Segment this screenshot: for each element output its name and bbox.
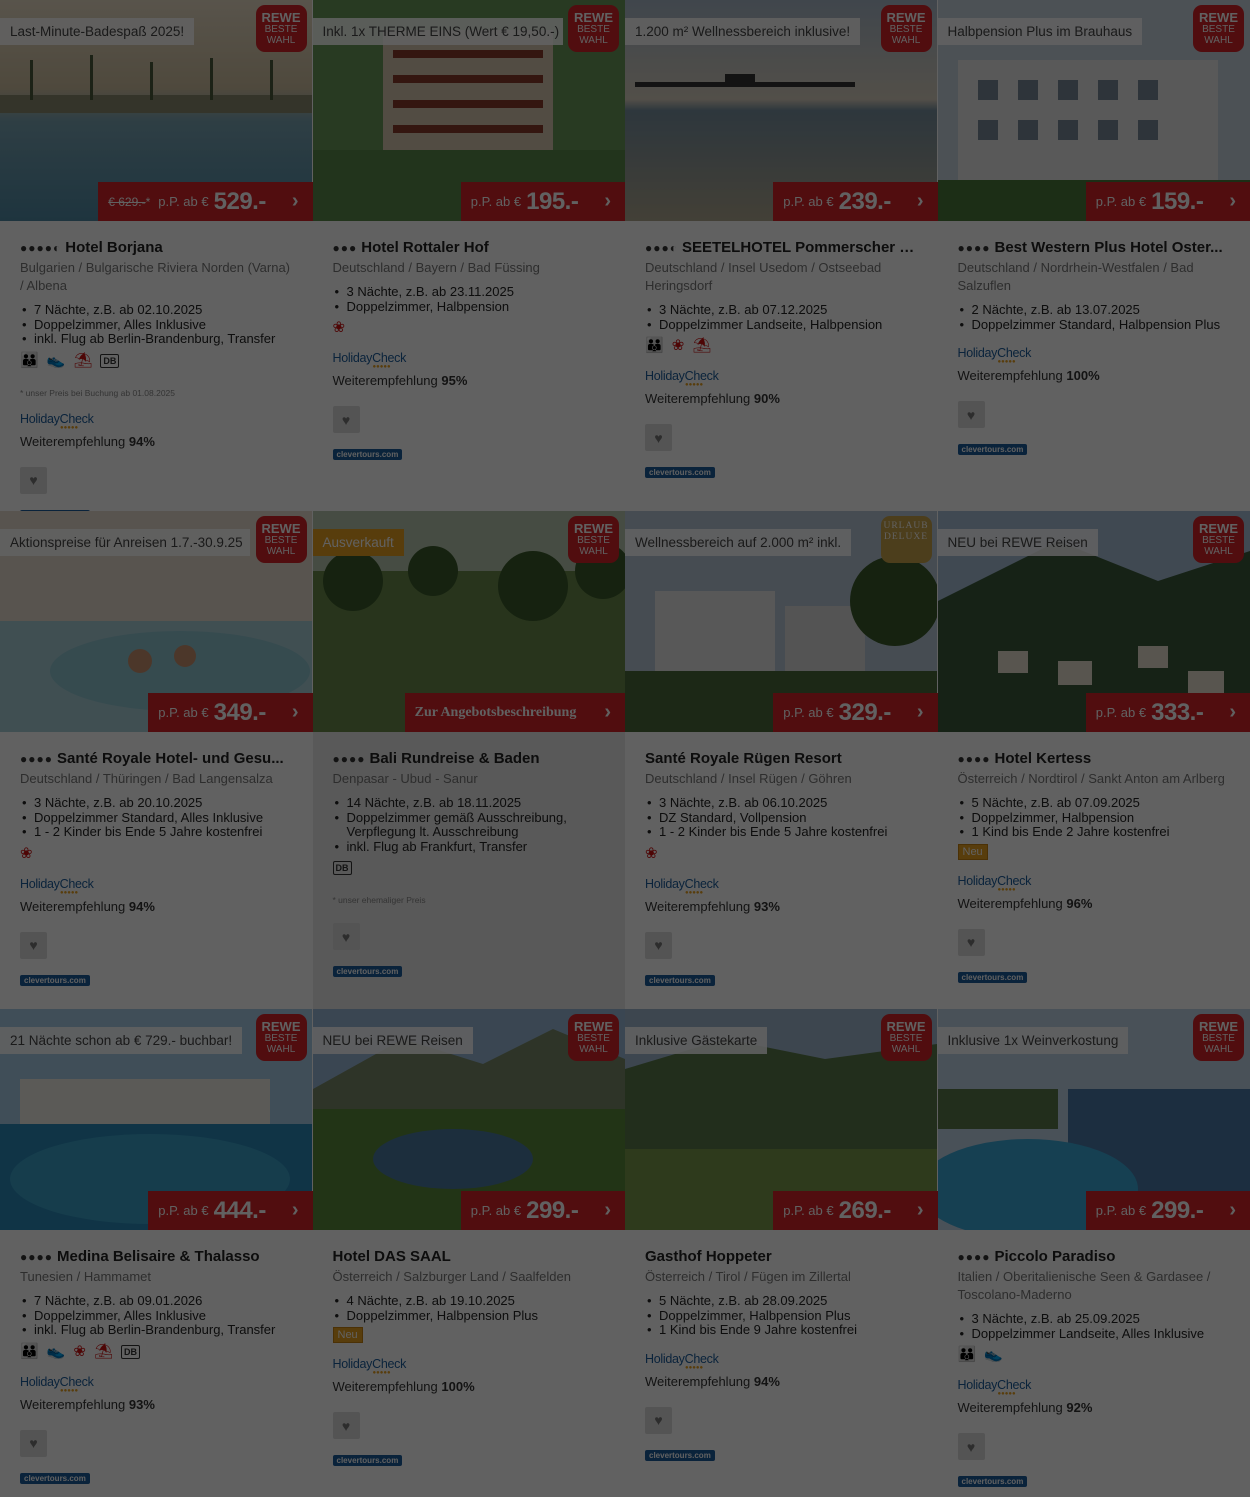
modal-overlay[interactable] [0,0,1250,1497]
page: Last-Minute-Badespaß 2025!REWEBESTEWAHL€… [0,0,1250,1497]
